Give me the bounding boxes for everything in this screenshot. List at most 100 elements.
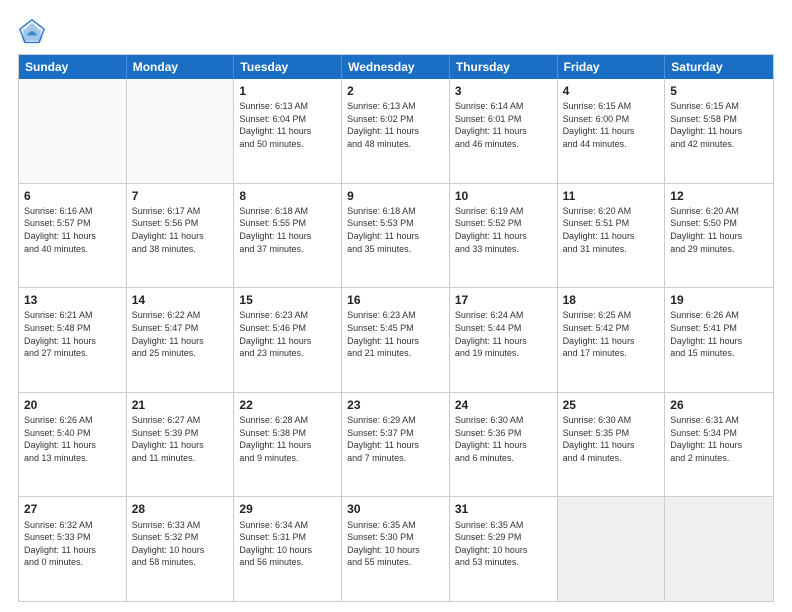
day-info: Sunrise: 6:16 AMSunset: 5:57 PMDaylight:… — [24, 205, 121, 255]
day-cell-25: 25Sunrise: 6:30 AMSunset: 5:35 PMDayligh… — [558, 393, 666, 497]
weekday-header-thursday: Thursday — [450, 55, 558, 79]
day-number: 16 — [347, 292, 444, 308]
day-number: 27 — [24, 501, 121, 517]
day-info: Sunrise: 6:13 AMSunset: 6:02 PMDaylight:… — [347, 100, 444, 150]
day-info: Sunrise: 6:19 AMSunset: 5:52 PMDaylight:… — [455, 205, 552, 255]
day-number: 20 — [24, 397, 121, 413]
day-info: Sunrise: 6:23 AMSunset: 5:46 PMDaylight:… — [239, 309, 336, 359]
day-info: Sunrise: 6:17 AMSunset: 5:56 PMDaylight:… — [132, 205, 229, 255]
empty-cell — [127, 79, 235, 183]
day-number: 26 — [670, 397, 768, 413]
page: SundayMondayTuesdayWednesdayThursdayFrid… — [0, 0, 792, 612]
day-cell-8: 8Sunrise: 6:18 AMSunset: 5:55 PMDaylight… — [234, 184, 342, 288]
logo-icon — [18, 18, 46, 46]
day-info: Sunrise: 6:31 AMSunset: 5:34 PMDaylight:… — [670, 414, 768, 464]
day-info: Sunrise: 6:26 AMSunset: 5:40 PMDaylight:… — [24, 414, 121, 464]
day-info: Sunrise: 6:24 AMSunset: 5:44 PMDaylight:… — [455, 309, 552, 359]
day-number: 9 — [347, 188, 444, 204]
day-info: Sunrise: 6:27 AMSunset: 5:39 PMDaylight:… — [132, 414, 229, 464]
day-info: Sunrise: 6:15 AMSunset: 5:58 PMDaylight:… — [670, 100, 768, 150]
empty-cell — [665, 497, 773, 601]
day-info: Sunrise: 6:30 AMSunset: 5:35 PMDaylight:… — [563, 414, 660, 464]
day-info: Sunrise: 6:33 AMSunset: 5:32 PMDaylight:… — [132, 519, 229, 569]
day-number: 25 — [563, 397, 660, 413]
day-info: Sunrise: 6:13 AMSunset: 6:04 PMDaylight:… — [239, 100, 336, 150]
day-cell-4: 4Sunrise: 6:15 AMSunset: 6:00 PMDaylight… — [558, 79, 666, 183]
day-info: Sunrise: 6:34 AMSunset: 5:31 PMDaylight:… — [239, 519, 336, 569]
calendar: SundayMondayTuesdayWednesdayThursdayFrid… — [18, 54, 774, 602]
day-info: Sunrise: 6:25 AMSunset: 5:42 PMDaylight:… — [563, 309, 660, 359]
day-cell-31: 31 Sunrise: 6:35 AMSunset: 5:29 PMDayligh… — [450, 497, 558, 601]
day-number: 19 — [670, 292, 768, 308]
weekday-header-monday: Monday — [127, 55, 235, 79]
day-cell-18: 18Sunrise: 6:25 AMSunset: 5:42 PMDayligh… — [558, 288, 666, 392]
day-cell-12: 12Sunrise: 6:20 AMSunset: 5:50 PMDayligh… — [665, 184, 773, 288]
day-cell-3: 3Sunrise: 6:14 AMSunset: 6:01 PMDaylight… — [450, 79, 558, 183]
day-number: 1 — [239, 83, 336, 99]
day-cell-2: 2Sunrise: 6:13 AMSunset: 6:02 PMDaylight… — [342, 79, 450, 183]
day-cell-13: 13Sunrise: 6:21 AMSunset: 5:48 PMDayligh… — [19, 288, 127, 392]
day-info: Sunrise: 6:22 AMSunset: 5:47 PMDaylight:… — [132, 309, 229, 359]
day-info: Sunrise: 6:35 AMSunset: 5:29 PMDaylight:… — [455, 519, 552, 569]
day-number: 23 — [347, 397, 444, 413]
weekday-header-sunday: Sunday — [19, 55, 127, 79]
day-cell-23: 23Sunrise: 6:29 AMSunset: 5:37 PMDayligh… — [342, 393, 450, 497]
day-number: 7 — [132, 188, 229, 204]
day-cell-30: 30Sunrise: 6:35 AMSunset: 5:30 PMDayligh… — [342, 497, 450, 601]
day-number: 15 — [239, 292, 336, 308]
day-info: Sunrise: 6:20 AMSunset: 5:50 PMDaylight:… — [670, 205, 768, 255]
day-info: Sunrise: 6:18 AMSunset: 5:53 PMDaylight:… — [347, 205, 444, 255]
empty-cell — [558, 497, 666, 601]
logo — [18, 18, 50, 46]
day-info: Sunrise: 6:26 AMSunset: 5:41 PMDaylight:… — [670, 309, 768, 359]
header — [18, 18, 774, 46]
calendar-row-1: 6Sunrise: 6:16 AMSunset: 5:57 PMDaylight… — [19, 183, 773, 288]
day-number: 5 — [670, 83, 768, 99]
day-info: Sunrise: 6:32 AMSunset: 5:33 PMDaylight:… — [24, 519, 121, 569]
day-info: Sunrise: 6:29 AMSunset: 5:37 PMDaylight:… — [347, 414, 444, 464]
day-cell-28: 28 Sunrise: 6:33 AMSunset: 5:32 PMDayligh… — [127, 497, 235, 601]
day-info: Sunrise: 6:21 AMSunset: 5:48 PMDaylight:… — [24, 309, 121, 359]
calendar-row-2: 13Sunrise: 6:21 AMSunset: 5:48 PMDayligh… — [19, 287, 773, 392]
day-cell-21: 21Sunrise: 6:27 AMSunset: 5:39 PMDayligh… — [127, 393, 235, 497]
day-cell-20: 20Sunrise: 6:26 AMSunset: 5:40 PMDayligh… — [19, 393, 127, 497]
day-number: 2 — [347, 83, 444, 99]
empty-cell — [19, 79, 127, 183]
day-cell-9: 9Sunrise: 6:18 AMSunset: 5:53 PMDaylight… — [342, 184, 450, 288]
calendar-body: 1Sunrise: 6:13 AMSunset: 6:04 PMDaylight… — [19, 79, 773, 601]
day-number: 10 — [455, 188, 552, 204]
day-cell-29: 29 Sunrise: 6:34 AMSunset: 5:31 PMDayligh… — [234, 497, 342, 601]
day-number: 8 — [239, 188, 336, 204]
day-cell-5: 5Sunrise: 6:15 AMSunset: 5:58 PMDaylight… — [665, 79, 773, 183]
day-cell-27: 27 Sunrise: 6:32 AMSunset: 5:33 PMDayligh… — [19, 497, 127, 601]
day-number: 17 — [455, 292, 552, 308]
weekday-header-friday: Friday — [558, 55, 666, 79]
day-cell-26: 26Sunrise: 6:31 AMSunset: 5:34 PMDayligh… — [665, 393, 773, 497]
day-cell-22: 22Sunrise: 6:28 AMSunset: 5:38 PMDayligh… — [234, 393, 342, 497]
day-number: 14 — [132, 292, 229, 308]
day-cell-24: 24Sunrise: 6:30 AMSunset: 5:36 PMDayligh… — [450, 393, 558, 497]
day-number: 24 — [455, 397, 552, 413]
day-cell-17: 17Sunrise: 6:24 AMSunset: 5:44 PMDayligh… — [450, 288, 558, 392]
day-info: Sunrise: 6:35 AMSunset: 5:30 PMDaylight:… — [347, 519, 444, 569]
day-number: 22 — [239, 397, 336, 413]
day-number: 13 — [24, 292, 121, 308]
weekday-header-wednesday: Wednesday — [342, 55, 450, 79]
day-cell-7: 7Sunrise: 6:17 AMSunset: 5:56 PMDaylight… — [127, 184, 235, 288]
calendar-row-4: 27 Sunrise: 6:32 AMSunset: 5:33 PMDayligh… — [19, 496, 773, 601]
day-number: 4 — [563, 83, 660, 99]
weekday-header-tuesday: Tuesday — [234, 55, 342, 79]
day-number: 29 — [239, 501, 336, 517]
day-number: 11 — [563, 188, 660, 204]
day-info: Sunrise: 6:20 AMSunset: 5:51 PMDaylight:… — [563, 205, 660, 255]
day-number: 28 — [132, 501, 229, 517]
day-info: Sunrise: 6:14 AMSunset: 6:01 PMDaylight:… — [455, 100, 552, 150]
day-info: Sunrise: 6:23 AMSunset: 5:45 PMDaylight:… — [347, 309, 444, 359]
calendar-header: SundayMondayTuesdayWednesdayThursdayFrid… — [19, 55, 773, 79]
day-info: Sunrise: 6:15 AMSunset: 6:00 PMDaylight:… — [563, 100, 660, 150]
day-number: 21 — [132, 397, 229, 413]
weekday-header-saturday: Saturday — [665, 55, 773, 79]
day-number: 31 — [455, 501, 552, 517]
day-cell-14: 14Sunrise: 6:22 AMSunset: 5:47 PMDayligh… — [127, 288, 235, 392]
day-cell-1: 1Sunrise: 6:13 AMSunset: 6:04 PMDaylight… — [234, 79, 342, 183]
